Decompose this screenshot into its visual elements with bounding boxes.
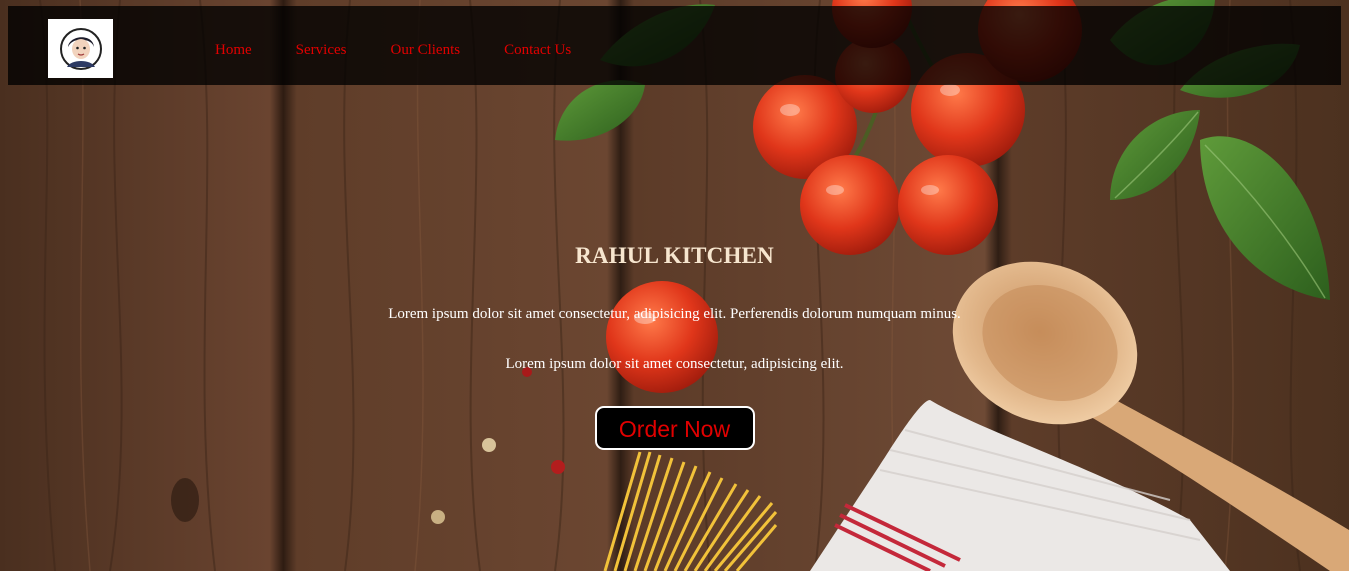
top-navbar: Home Services Our Clients Contact Us bbox=[8, 6, 1341, 85]
order-now-button[interactable]: Order Now bbox=[594, 406, 755, 450]
nav-link-our-clients[interactable]: Our Clients bbox=[391, 40, 461, 60]
nav-link-contact-us[interactable]: Contact Us bbox=[504, 40, 571, 60]
avatar-logo-icon bbox=[59, 27, 102, 70]
hero-title: RAHUL KITCHEN bbox=[575, 243, 774, 268]
nav-item-home: Home bbox=[215, 40, 296, 60]
nav-item-our-clients: Our Clients bbox=[391, 40, 505, 60]
nav-links: Home Services Our Clients Contact Us bbox=[215, 40, 615, 60]
nav-item-contact-us: Contact Us bbox=[504, 40, 615, 60]
nav-item-services: Services bbox=[296, 40, 391, 60]
hero-paragraph-2: Lorem ipsum dolor sit amet consectetur, … bbox=[505, 356, 844, 372]
hero-section: Home Services Our Clients Contact Us RAH… bbox=[0, 0, 1349, 571]
logo[interactable] bbox=[48, 19, 113, 78]
button-wrapper: Order Now bbox=[0, 374, 1349, 450]
nav-link-services[interactable]: Services bbox=[296, 40, 347, 60]
nav-link-home[interactable]: Home bbox=[215, 40, 252, 60]
hero-content: RAHUL KITCHEN Lorem ipsum dolor sit amet… bbox=[0, 238, 1349, 450]
hero-paragraph-1: Lorem ipsum dolor sit amet consectetur, … bbox=[388, 306, 961, 322]
